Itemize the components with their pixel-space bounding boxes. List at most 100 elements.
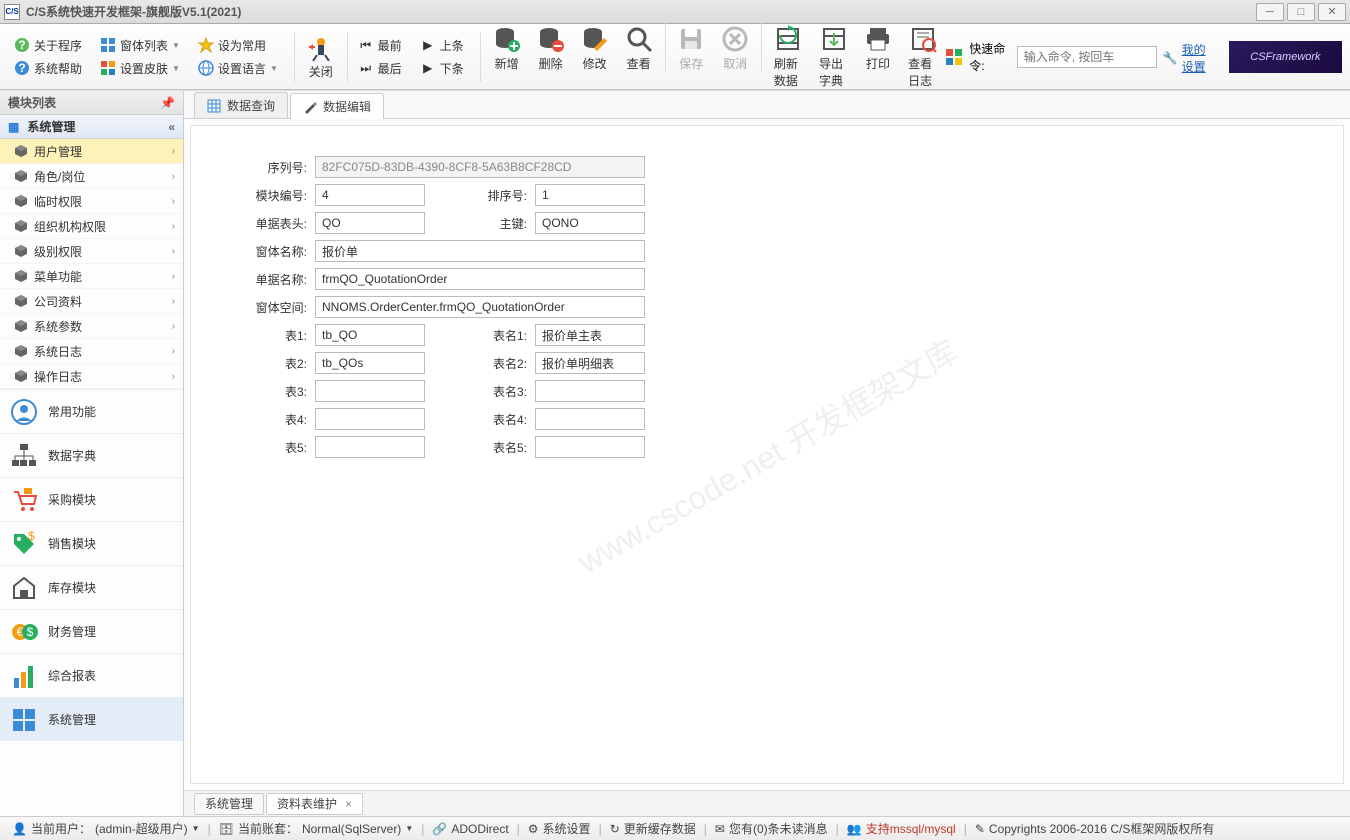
- close-icon[interactable]: ×: [345, 797, 352, 811]
- close-button[interactable]: ✕: [1318, 3, 1346, 21]
- module-no-input[interactable]: [315, 184, 425, 206]
- pk-label: 主键:: [425, 215, 535, 232]
- last-button[interactable]: ⏭最后: [352, 58, 408, 79]
- bottom-tab[interactable]: 资料表维护×: [266, 793, 363, 815]
- pin-icon[interactable]: 📌: [160, 96, 175, 110]
- tabs-bottom: 系统管理资料表维护×: [184, 790, 1350, 816]
- user-icon: 👤: [12, 822, 27, 836]
- tree-item[interactable]: 公司资料›: [0, 289, 183, 314]
- sb-account[interactable]: 🗄当前账套：Normal(SqlServer)▼: [215, 820, 418, 837]
- tree-item[interactable]: 系统日志›: [0, 339, 183, 364]
- module-item[interactable]: 采购模块: [0, 477, 183, 521]
- chart-icon: [10, 662, 38, 690]
- tree-item[interactable]: 操作日志›: [0, 364, 183, 389]
- pk-input[interactable]: [535, 212, 645, 234]
- t4-input[interactable]: [315, 408, 425, 430]
- header-table-label: 单据表头:: [231, 215, 315, 232]
- print-button[interactable]: 打印: [856, 23, 900, 91]
- tab[interactable]: 数据查询: [194, 92, 288, 118]
- doc-name-label: 单据名称:: [231, 271, 315, 288]
- my-settings-link[interactable]: 我的设置: [1182, 41, 1217, 75]
- wrench-icon: 🔧: [1163, 51, 1178, 65]
- module-item[interactable]: 库存模块: [0, 565, 183, 609]
- skin-button[interactable]: 设置皮肤 ▼: [94, 58, 186, 79]
- header-table-input[interactable]: [315, 212, 425, 234]
- t3-input[interactable]: [315, 380, 425, 402]
- export-icon: [820, 25, 848, 53]
- tree-item[interactable]: 菜单功能›: [0, 264, 183, 289]
- help-button[interactable]: ?系统帮助: [8, 58, 88, 79]
- tree-item[interactable]: 角色/岗位›: [0, 164, 183, 189]
- chevron-right-icon: ›: [172, 271, 175, 282]
- tn5-label: 表名5:: [425, 439, 535, 456]
- tree-item[interactable]: 系统参数›: [0, 314, 183, 339]
- tn1-input[interactable]: [535, 324, 645, 346]
- maximize-button[interactable]: □: [1287, 3, 1315, 21]
- db-del-button[interactable]: 删除: [529, 23, 573, 91]
- flag-icon: [945, 48, 963, 66]
- form-space-input[interactable]: [315, 296, 645, 318]
- search-button[interactable]: 查看: [617, 23, 661, 91]
- sidebar-section[interactable]: ▦系统管理«: [0, 115, 183, 139]
- prev-icon: ▶: [420, 37, 436, 53]
- sort-no-input[interactable]: [535, 184, 645, 206]
- sb-copyright: ✎Copyrights 2006-2016 C/S框架网版权所有: [971, 820, 1218, 837]
- prev-button[interactable]: ▶上条: [414, 35, 470, 56]
- db-add-button[interactable]: 新增: [485, 23, 529, 91]
- windows-icon: ▦: [8, 120, 19, 134]
- refresh-button[interactable]: 刷新数据: [766, 23, 811, 91]
- sb-db: 👥支持mssql/mysql: [843, 820, 960, 837]
- link-icon: 🔗: [432, 822, 447, 836]
- t5-input[interactable]: [315, 436, 425, 458]
- module-item[interactable]: 常用功能: [0, 389, 183, 433]
- module-item[interactable]: 综合报表: [0, 653, 183, 697]
- form-name-input[interactable]: [315, 240, 645, 262]
- bottom-tab[interactable]: 系统管理: [194, 793, 264, 815]
- next-button[interactable]: ▶下条: [414, 58, 470, 79]
- tn4-input[interactable]: [535, 408, 645, 430]
- statusbar: 👤当前用户：(admin-超级用户)▼ | 🗄当前账套：Normal(SqlSe…: [0, 816, 1350, 840]
- close-form-button[interactable]: 关闭: [299, 31, 343, 82]
- doc-name-input[interactable]: [315, 268, 645, 290]
- db-edit-button[interactable]: 修改: [573, 23, 617, 91]
- tab[interactable]: 数据编辑: [290, 93, 384, 119]
- lang-button[interactable]: 设置语言 ▼: [192, 58, 284, 79]
- tn3-input[interactable]: [535, 380, 645, 402]
- cart-icon: [10, 486, 38, 514]
- form-area: www.cscode.net 开发框架文库 序列号: 模块编号: 排序号: 单据…: [190, 125, 1344, 784]
- tn2-input[interactable]: [535, 352, 645, 374]
- tree-item[interactable]: 用户管理›: [0, 139, 183, 164]
- question-green-icon: ?: [14, 37, 30, 53]
- db-add-icon: [493, 25, 521, 53]
- refresh-icon: [774, 25, 802, 53]
- sb-msg[interactable]: ✉您有(0)条未读消息: [711, 820, 832, 837]
- first-button[interactable]: ⏮最前: [352, 35, 408, 56]
- palette-icon: [100, 60, 116, 76]
- module-item[interactable]: $销售模块: [0, 521, 183, 565]
- serial-label: 序列号:: [231, 159, 315, 176]
- module-item[interactable]: 数据字典: [0, 433, 183, 477]
- sb-user[interactable]: 👤当前用户：(admin-超级用户)▼: [8, 820, 204, 837]
- export-button[interactable]: 导出字典: [811, 23, 856, 91]
- tree-item[interactable]: 组织机构权限›: [0, 214, 183, 239]
- fav-button[interactable]: 设为常用: [192, 35, 284, 56]
- module-item[interactable]: 系统管理: [0, 697, 183, 741]
- t1-input[interactable]: [315, 324, 425, 346]
- quick-cmd-input[interactable]: [1017, 46, 1157, 68]
- sb-cache[interactable]: ↻更新缓存数据: [606, 820, 700, 837]
- tree-item[interactable]: 级别权限›: [0, 239, 183, 264]
- module-item[interactable]: €$财务管理: [0, 609, 183, 653]
- tn5-input[interactable]: [535, 436, 645, 458]
- svg-text:?: ?: [18, 38, 25, 52]
- sb-settings[interactable]: ⚙系统设置: [524, 820, 595, 837]
- t2-input[interactable]: [315, 352, 425, 374]
- about-button[interactable]: ?关于程序: [8, 35, 88, 56]
- tree-item[interactable]: 临时权限›: [0, 189, 183, 214]
- search-icon: [625, 25, 653, 53]
- cube-icon: [14, 294, 28, 308]
- minimize-button[interactable]: ─: [1256, 3, 1284, 21]
- sb-ado[interactable]: 🔗ADODirect: [428, 822, 512, 836]
- sitemap-icon: [10, 442, 38, 470]
- window-list-button[interactable]: 窗体列表 ▼: [94, 35, 186, 56]
- log-button[interactable]: 查看日志: [900, 23, 945, 91]
